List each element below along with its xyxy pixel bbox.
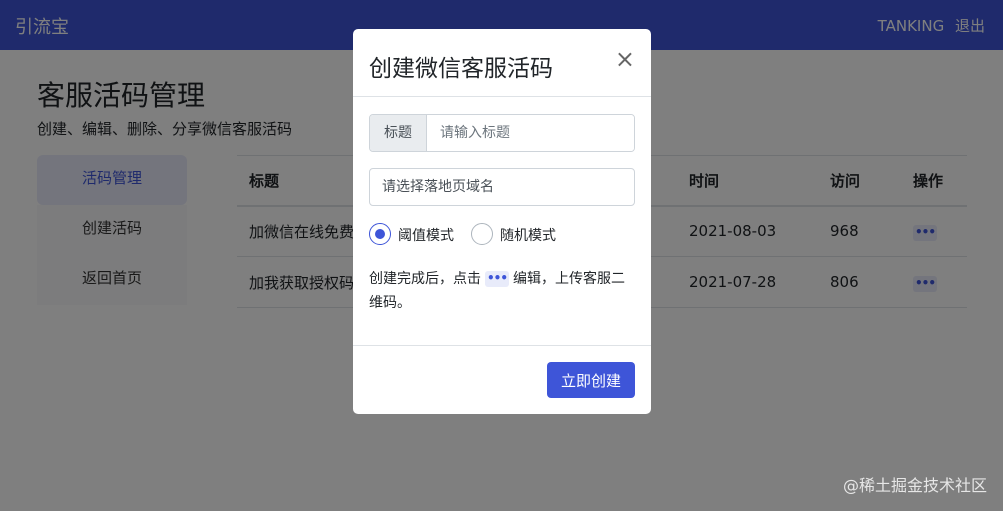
more-options-icon: ••• bbox=[485, 271, 509, 287]
title-input-group: 标题 bbox=[369, 114, 635, 152]
radio-threshold-mode[interactable]: 阈值模式 bbox=[369, 222, 469, 246]
modal-header: 创建微信客服活码 × bbox=[353, 29, 651, 97]
radio-unchecked-icon[interactable] bbox=[471, 223, 493, 245]
radio-label[interactable]: 随机模式 bbox=[500, 225, 556, 245]
radio-label[interactable]: 阈值模式 bbox=[398, 225, 454, 245]
radio-random-mode[interactable]: 随机模式 bbox=[471, 222, 571, 246]
close-icon[interactable]: × bbox=[615, 47, 635, 71]
modal-title: 创建微信客服活码 bbox=[369, 56, 553, 82]
radio-checked-icon[interactable] bbox=[369, 223, 391, 245]
modal-footer: 立即创建 bbox=[353, 345, 651, 414]
domain-select[interactable]: 请选择落地页域名 bbox=[369, 168, 635, 206]
create-qrcode-modal: 创建微信客服活码 × 标题 请选择落地页域名 阈值模式 随机模式 创建完成后，点… bbox=[353, 29, 651, 414]
watermark: @稀土掘金技术社区 bbox=[842, 476, 987, 495]
title-input-label: 标题 bbox=[370, 115, 427, 151]
hint-text-before: 创建完成后，点击 bbox=[369, 271, 481, 287]
create-now-button[interactable]: 立即创建 bbox=[547, 362, 635, 398]
create-hint: 创建完成后，点击 ••• 编辑，上传客服二维码。 bbox=[369, 267, 635, 315]
title-input[interactable] bbox=[428, 115, 634, 151]
